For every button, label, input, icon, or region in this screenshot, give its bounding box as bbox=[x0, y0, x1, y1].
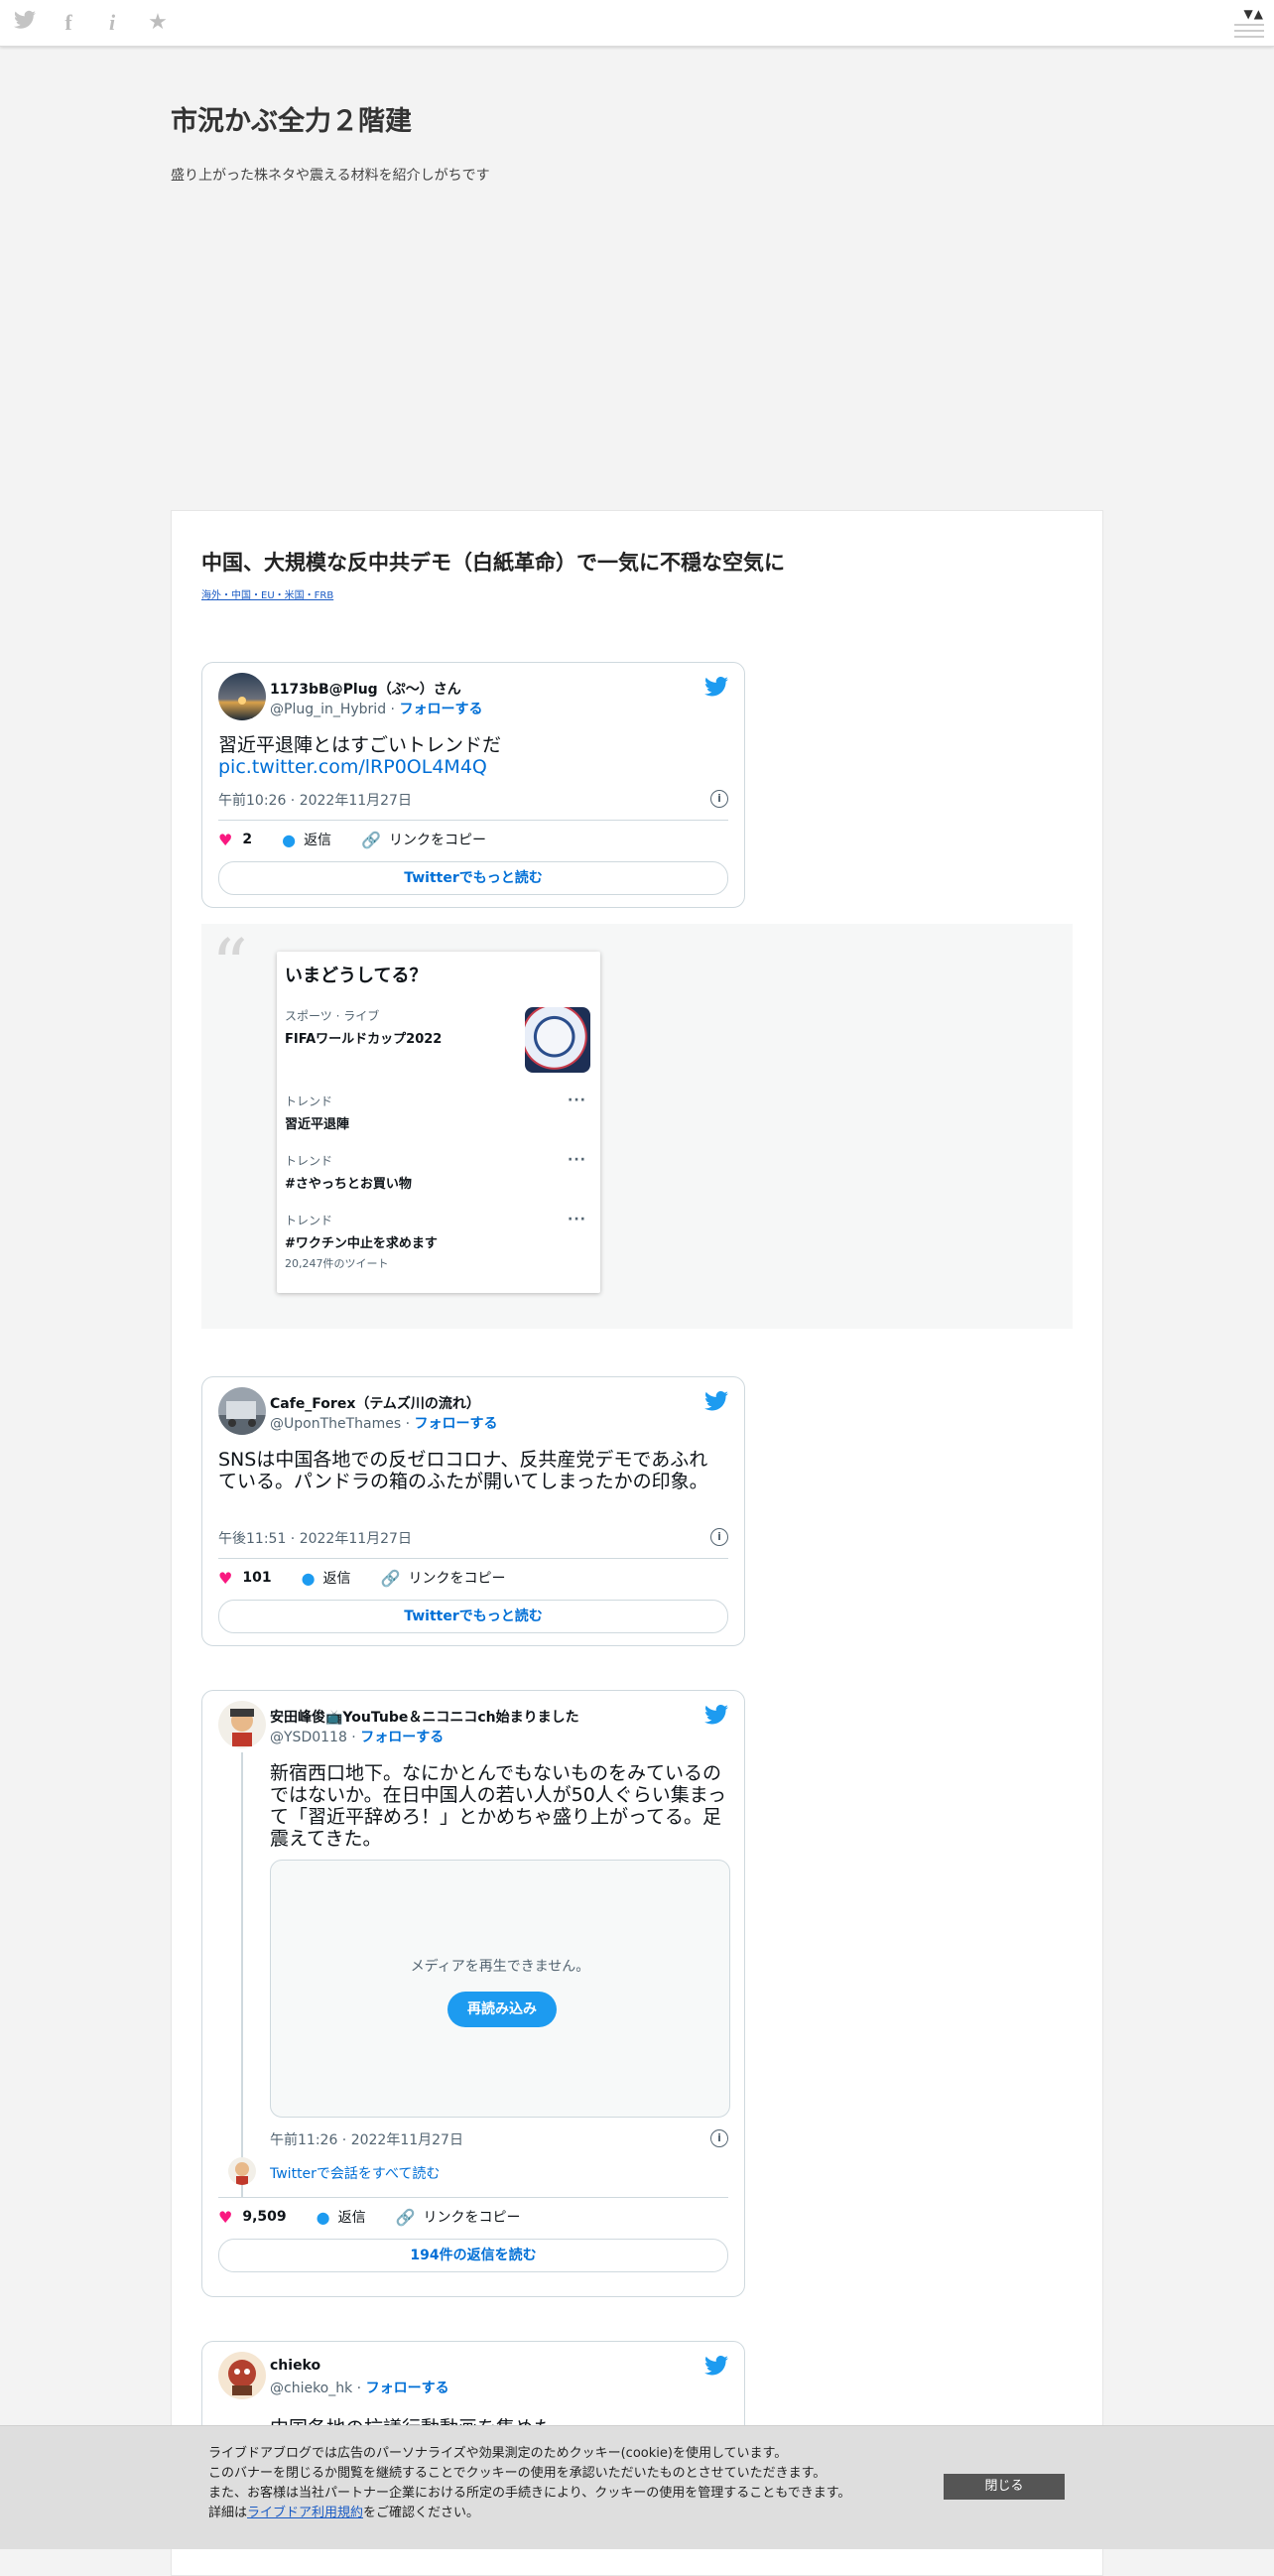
tweet-actions: ♥ 101 ● 返信 🔗 リンクをコピー bbox=[218, 1568, 505, 1588]
blog-title[interactable]: 市況かぶ全力２階建 bbox=[171, 99, 412, 138]
trends-card: いまどうしてる？ スポーツ · ライブ FIFAワールドカップ2022 トレンド… bbox=[277, 952, 600, 1293]
thread-line bbox=[241, 1752, 243, 2197]
article: 中国、大規模な反中共デモ（白紙革命）で一気に不穏な空気に 海外・中国・EU・米国… bbox=[171, 510, 1103, 2576]
copy-link-button[interactable]: リンクをコピー bbox=[389, 830, 486, 849]
follow-button[interactable]: フォローする bbox=[360, 1730, 444, 1745]
avatar[interactable] bbox=[218, 1701, 266, 1748]
twitter-bird-icon[interactable] bbox=[704, 1390, 728, 1411]
media-player[interactable]: メディアを再生できません。 再読み込み bbox=[270, 1860, 730, 2118]
avatar[interactable] bbox=[218, 673, 266, 720]
trend-item[interactable]: スポーツ · ライブ FIFAワールドカップ2022 bbox=[285, 1007, 592, 1047]
reply-button[interactable]: 返信 bbox=[338, 2207, 366, 2227]
divider bbox=[218, 2197, 728, 2198]
copy-link-button[interactable]: リンクをコピー bbox=[408, 1568, 505, 1588]
reply-icon[interactable]: ● bbox=[317, 2208, 330, 2227]
info-icon[interactable]: i bbox=[710, 1528, 728, 1546]
copy-link-button[interactable]: リンクをコピー bbox=[424, 2207, 521, 2227]
embedded-tweet: Cafe_Forex（テムズ川の流れ） @UponTheThames · フォロ… bbox=[201, 1376, 745, 1646]
like-count: 101 bbox=[242, 1570, 272, 1586]
tweet-timestamp[interactable]: 午後11:51 · 2022年11月27日 bbox=[218, 1528, 412, 1548]
tweet-handle[interactable]: @Plug_in_Hybrid bbox=[270, 702, 386, 717]
read-conversation-link[interactable]: Twitterで会話をすべて読む bbox=[270, 2163, 440, 2183]
twitter-icon[interactable] bbox=[12, 10, 38, 36]
tweet-text: 習近平退陣とはすごいトレンドだ pic.twitter.com/lRP0OL4M… bbox=[218, 734, 724, 778]
quote-mark-icon: “ bbox=[211, 924, 248, 1007]
tweet-handle[interactable]: @UponTheThames bbox=[270, 1416, 401, 1432]
close-button[interactable]: 閉じる bbox=[944, 2474, 1065, 2500]
tweet-handle-row: @UponTheThames · フォローする bbox=[270, 1416, 498, 1432]
follow-button[interactable]: フォローする bbox=[415, 1416, 498, 1432]
follow-button[interactable]: フォローする bbox=[366, 2381, 449, 2396]
trends-heading: いまどうしてる？ bbox=[285, 966, 428, 986]
info-icon[interactable]: i bbox=[99, 10, 125, 36]
hamburger-icon bbox=[1234, 24, 1264, 38]
info-icon[interactable]: i bbox=[710, 790, 728, 808]
twitter-bird-icon[interactable] bbox=[704, 1704, 728, 1725]
like-count: 2 bbox=[242, 832, 253, 847]
top-toolbar: f i ★ ▼▲ bbox=[0, 0, 1274, 47]
reply-button[interactable]: 返信 bbox=[304, 830, 331, 849]
cookie-banner: ライブドアブログでは広告のパーソナライズや効果測定のためクッキー(cookie)… bbox=[0, 2425, 1274, 2549]
article-categories[interactable]: 海外・中国・EU・米国・FRB bbox=[201, 586, 333, 601]
more-options-icon[interactable]: ··· bbox=[568, 1093, 586, 1108]
tweet-author-name[interactable]: 1173bB@Plug（ぷ～）さん bbox=[270, 679, 461, 699]
info-icon[interactable]: i bbox=[710, 2129, 728, 2147]
heart-icon[interactable]: ♥ bbox=[218, 1569, 232, 1588]
tweet-author-name[interactable]: 安田峰俊📺YouTube＆ニコニコch始まりました bbox=[270, 1707, 579, 1727]
cookie-notice: ライブドアブログでは広告のパーソナライズや効果測定のためクッキー(cookie)… bbox=[208, 2446, 851, 2520]
blockquote: “ いまどうしてる？ スポーツ · ライブ FIFAワールドカップ2022 トレ… bbox=[201, 924, 1073, 1329]
tweet-author-name[interactable]: Cafe_Forex（テムズ川の流れ） bbox=[270, 1393, 480, 1413]
heart-icon[interactable]: ♥ bbox=[218, 831, 232, 849]
embedded-tweet: 安田峰俊📺YouTube＆ニコニコch始まりました @YSD0118 · フォロ… bbox=[201, 1690, 745, 2297]
embedded-tweet: 1173bB@Plug（ぷ～）さん @Plug_in_Hybrid · フォロー… bbox=[201, 662, 745, 908]
media-error-message: メディアを再生できません。 bbox=[410, 1959, 590, 1975]
star-icon[interactable]: ★ bbox=[145, 10, 171, 36]
trend-item[interactable]: トレンド 習近平退陣 ··· bbox=[285, 1093, 592, 1132]
divider bbox=[218, 1558, 728, 1559]
like-count: 9,509 bbox=[242, 2209, 287, 2225]
tweet-actions: ♥ 9,509 ● 返信 🔗 リンクをコピー bbox=[218, 2207, 521, 2227]
tweet-timestamp[interactable]: 午前10:26 · 2022年11月27日 bbox=[218, 790, 412, 810]
twitter-bird-icon[interactable] bbox=[704, 2355, 728, 2376]
follow-button[interactable]: フォローする bbox=[399, 702, 482, 717]
avatar[interactable] bbox=[218, 1387, 266, 1435]
trend-item[interactable]: トレンド #ワクチン中止を求めます 20,247件のツイート ··· bbox=[285, 1212, 592, 1271]
tweet-handle-row: @Plug_in_Hybrid · フォローする bbox=[270, 702, 483, 717]
tweet-handle[interactable]: @chieko_hk bbox=[270, 2381, 352, 2396]
link-icon[interactable]: 🔗 bbox=[361, 831, 381, 849]
read-more-button[interactable]: Twitterでもっと読む bbox=[218, 861, 728, 895]
reply-icon[interactable]: ● bbox=[282, 831, 296, 849]
read-more-button[interactable]: Twitterでもっと読む bbox=[218, 1600, 728, 1633]
tweet-actions: ♥ 2 ● 返信 🔗 リンクをコピー bbox=[218, 830, 486, 849]
tweet-text: 新宿西口地下。なにかとんでもないものをみているのではないか。在日中国人の若い人が… bbox=[270, 1762, 727, 1850]
avatar[interactable] bbox=[228, 2157, 256, 2185]
link-icon[interactable]: 🔗 bbox=[381, 1569, 401, 1588]
tweet-handle-row: @YSD0118 · フォローする bbox=[270, 1730, 445, 1745]
reload-button[interactable]: 再読み込み bbox=[447, 1992, 557, 2027]
twitter-bird-icon[interactable] bbox=[704, 676, 728, 697]
terms-link[interactable]: ライブドア利用規約 bbox=[247, 2506, 363, 2520]
tweet-text: SNSは中国各地での反ゼロコロナ、反共産党デモであふれている。パンドラの箱のふた… bbox=[218, 1449, 708, 1492]
more-options-icon[interactable]: ··· bbox=[568, 1152, 586, 1168]
blog-description: 盛り上がった株ネタや震える材料を紹介しがちです bbox=[171, 168, 490, 184]
read-replies-button[interactable]: 194件の返信を読む bbox=[218, 2239, 728, 2272]
divider bbox=[218, 820, 728, 821]
trend-item[interactable]: トレンド #さやっちとお買い物 ··· bbox=[285, 1152, 592, 1192]
facebook-icon[interactable]: f bbox=[56, 10, 81, 36]
reply-button[interactable]: 返信 bbox=[323, 1568, 351, 1588]
reply-icon[interactable]: ● bbox=[302, 1569, 316, 1588]
menu-button[interactable]: ▼▲ bbox=[1234, 8, 1264, 40]
up-down-arrows-icon: ▼▲ bbox=[1243, 7, 1264, 21]
link-icon[interactable]: 🔗 bbox=[396, 2208, 416, 2227]
tweet-handle[interactable]: @YSD0118 bbox=[270, 1730, 347, 1745]
more-options-icon[interactable]: ··· bbox=[568, 1212, 586, 1227]
tweet-timestamp[interactable]: 午前11:26 · 2022年11月27日 bbox=[270, 2129, 463, 2149]
tweet-handle-row: @chieko_hk · フォローする bbox=[270, 2381, 449, 2396]
tweet-media-link[interactable]: pic.twitter.com/lRP0OL4M4Q bbox=[218, 756, 724, 778]
tweet-author-name[interactable]: chieko bbox=[270, 2358, 320, 2374]
article-title[interactable]: 中国、大規模な反中共デモ（白紙革命）で一気に不穏な空気に bbox=[201, 547, 785, 577]
heart-icon[interactable]: ♥ bbox=[218, 2208, 232, 2227]
avatar[interactable] bbox=[218, 2352, 266, 2399]
